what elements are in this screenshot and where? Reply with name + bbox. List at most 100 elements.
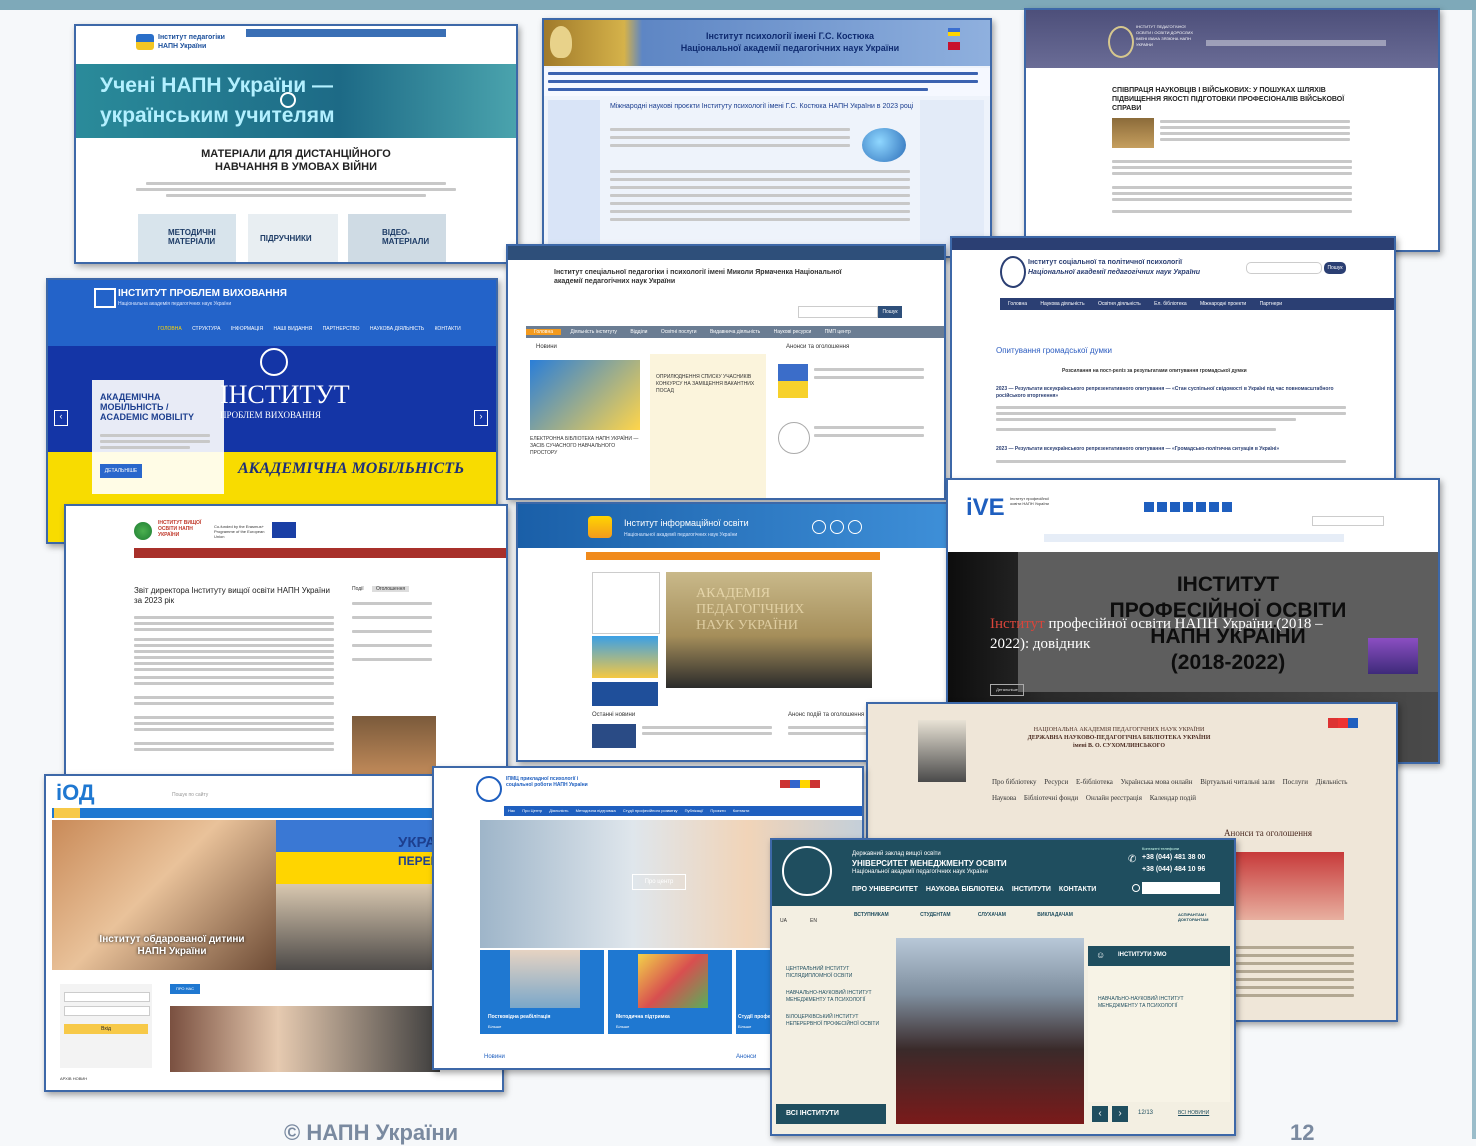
card-methodical[interactable]: Методична підтримка Більше	[608, 950, 732, 1034]
phone-2[interactable]: +38 (044) 484 10 96	[1142, 866, 1205, 873]
card-studios[interactable]: Студії профес Більше	[736, 950, 773, 1034]
graduation-photo	[896, 938, 1084, 1124]
nav-item[interactable]: КОНТАКТИ	[435, 326, 461, 332]
facebook-icon[interactable]	[812, 520, 826, 534]
hero-line1: ІНСТИТУТ	[1176, 573, 1280, 596]
nav-item[interactable]: НАШІ ВИДАННЯ	[273, 326, 312, 332]
header-line1: Державний заклад вищої освіти	[852, 851, 941, 857]
next-button[interactable]: ›	[1112, 1106, 1128, 1122]
search-input[interactable]	[1246, 262, 1322, 274]
next-arrow-icon[interactable]: ›	[474, 410, 488, 426]
top-nav[interactable]	[246, 29, 446, 37]
audience-applicants[interactable]: ВСТУПНИКАМ	[854, 912, 889, 918]
about-center-button[interactable]: Про центр	[632, 874, 686, 890]
header-line1: НАЦІОНАЛЬНА АКАДЕМІЯ ПЕДАГОГІЧНИХ НАУК У…	[1033, 727, 1205, 733]
social-icons[interactable]	[1328, 718, 1358, 728]
main-nav: Головна Наукова діяльність Освітня діяль…	[1000, 298, 1394, 310]
right-sidebar[interactable]	[920, 100, 984, 256]
logo-caption: Інститут професійної освіти НАПН України	[1010, 496, 1050, 506]
left-sidebar[interactable]	[548, 100, 600, 256]
news-archive-link[interactable]: АРХІВ НОВИН	[60, 1076, 87, 1081]
prev-arrow-icon[interactable]: ‹	[54, 410, 68, 426]
nav-bar[interactable]	[1044, 534, 1344, 542]
search-input[interactable]	[1312, 516, 1384, 526]
news-heading: Новини	[536, 344, 557, 350]
slide-right-bar	[1472, 10, 1476, 1139]
sidebar-title: Анонси та оголошення	[1224, 828, 1313, 838]
search-input[interactable]	[1142, 882, 1220, 894]
nav-item[interactable]: СТРУКТУРА	[192, 326, 220, 332]
phone-1[interactable]: +38 (044) 481 38 00	[1142, 854, 1205, 861]
details-button[interactable]: ДЕТАЛЬНІШЕ	[100, 464, 142, 478]
institute-link-2[interactable]: НАВЧАЛЬНО-НАУКОВИЙ ІНСТИТУТ МЕНЕДЖМЕНТУ …	[786, 990, 886, 1004]
announce-heading: Анонси та оголошення	[786, 344, 850, 350]
nav-item[interactable]: НАУКОВА ДІЯЛЬНІСТЬ	[370, 326, 424, 332]
sidebar-tab-announcements[interactable]: Оголошення	[372, 586, 410, 592]
login-button[interactable]: Вхід	[64, 1024, 148, 1034]
people-icon: ☺	[1096, 950, 1106, 960]
all-institutes-button[interactable]: ВСІ ІНСТИТУТИ	[776, 1104, 886, 1124]
search-button[interactable]: Пошук	[1324, 262, 1346, 274]
search-input[interactable]: Пошук по сайту	[172, 792, 282, 802]
poll-item-1[interactable]: 2023 — Результати всеукраїнського репрез…	[996, 386, 1346, 400]
header-line2: УНІВЕРСИТЕТ МЕНЕДЖМЕНТУ ОСВІТИ	[852, 859, 1007, 868]
search-input[interactable]	[798, 306, 878, 318]
institute-link-1[interactable]: ЦЕНТРАЛЬНИЙ ІНСТИТУТ ПІСЛЯДИПЛОМНОЇ ОСВІ…	[786, 966, 886, 980]
nav-active[interactable]	[54, 808, 80, 818]
nav-item[interactable]: ІНФОРМАЦІЯ	[231, 326, 263, 332]
uk-flag-icon[interactable]	[948, 42, 960, 50]
nav-links[interactable]	[1206, 40, 1386, 46]
card-methodical[interactable]: МЕТОДИЧНІ МАТЕРІАЛИ	[138, 214, 236, 262]
ukraine-flag-icon[interactable]	[948, 28, 960, 36]
lang-en[interactable]: EN	[810, 918, 817, 924]
footer-announce[interactable]: Анонси	[736, 1054, 756, 1060]
password-field[interactable]	[64, 1006, 150, 1016]
site-title: Інститут інформаційної освіти	[624, 518, 749, 528]
audience-listeners[interactable]: СЛУХАЧАМ	[978, 912, 1006, 918]
about-tab[interactable]: ПРО НАС	[170, 984, 200, 994]
news-title[interactable]: ЕЛЕКТРОННА БІБЛІОТЕКА НАПН УКРАЇНИ — ЗАС…	[530, 436, 640, 457]
logo-icon	[782, 846, 832, 896]
site-logo: iVE	[966, 494, 1005, 521]
play-icon[interactable]	[280, 92, 296, 108]
nav-item-home[interactable]: Головна	[526, 329, 561, 335]
social-icons[interactable]	[1144, 502, 1234, 512]
lang-flags[interactable]	[780, 780, 820, 788]
nav-item[interactable]: ПАРТНЕРСТВО	[323, 326, 360, 332]
all-news-link[interactable]: ВСІ НОВИНИ	[1178, 1110, 1209, 1116]
logo-text: ІНСТИТУТ ПЕДАГОГІЧНОЇ ОСВІТИ І ОСВІТИ ДО…	[1136, 24, 1194, 47]
audience-students[interactable]: СТУДЕНТАМ	[920, 912, 950, 918]
phone-icon: ✆	[1128, 854, 1137, 865]
nav-bar[interactable]	[134, 548, 506, 558]
panel-item[interactable]: НАВЧАЛЬНО-НАУКОВИЙ ІНСТИТУТ МЕНЕДЖМЕНТУ …	[1098, 996, 1218, 1010]
card-image	[638, 954, 708, 1008]
card-textbooks[interactable]: ПІДРУЧНИКИ	[248, 214, 338, 262]
card-video[interactable]: ВІДЕО- МАТЕРІАЛИ	[348, 214, 446, 262]
lang-ua[interactable]: UA	[780, 918, 787, 924]
institute-link-3[interactable]: БІЛОЦЕРКІВСЬКИЙ ІНСТИТУТ НЕПЕРЕРВНОЇ ПРО…	[786, 1014, 886, 1028]
left-banner	[592, 636, 658, 678]
footer-news[interactable]: Новини	[484, 1054, 505, 1060]
more-button[interactable]: Детальніше	[990, 684, 1024, 696]
header-line3: імені В. О. СУХОМЛИНСЬКОГО	[1072, 743, 1166, 749]
audience-teachers[interactable]: ВИКЛАДАЧАМ	[1037, 912, 1073, 918]
phone-label: Контактні телефони	[1142, 846, 1180, 851]
card-postcovid[interactable]: Постковідна реабілітація Більше	[480, 950, 604, 1034]
section-heading-line1: МАТЕРІАЛИ ДЛЯ ДИСТАНЦІЙНОГО	[201, 148, 391, 160]
nav-item[interactable]: ГОЛОВНА	[158, 326, 182, 332]
search-icon[interactable]	[1132, 884, 1140, 892]
calendar-widget[interactable]	[592, 572, 660, 634]
login-field[interactable]	[64, 992, 150, 1002]
orange-nav[interactable]	[586, 552, 880, 560]
search-button[interactable]: Пошук	[878, 306, 902, 318]
prev-button[interactable]: ‹	[1092, 1106, 1108, 1122]
news-image	[530, 360, 640, 430]
telegram-icon[interactable]	[848, 520, 862, 534]
overlay-text: професійної освіти НАПН України (2018 –	[1044, 616, 1323, 632]
youtube-icon[interactable]	[830, 520, 844, 534]
poll-item-2[interactable]: 2023 — Результати всеукраїнського репрез…	[996, 446, 1346, 453]
news-card2[interactable]: ОПРИЛЮДНЕННЯ СПИСКУ УЧАСНИКІВ КОНКУРСУ Н…	[650, 354, 766, 498]
audience-phd[interactable]: АСПІРАНТАМ І ДОКТОРАНТАМ	[1178, 912, 1228, 922]
sidebar-tab-events[interactable]: Події	[352, 586, 364, 592]
slide-thumb[interactable]	[1368, 638, 1418, 674]
